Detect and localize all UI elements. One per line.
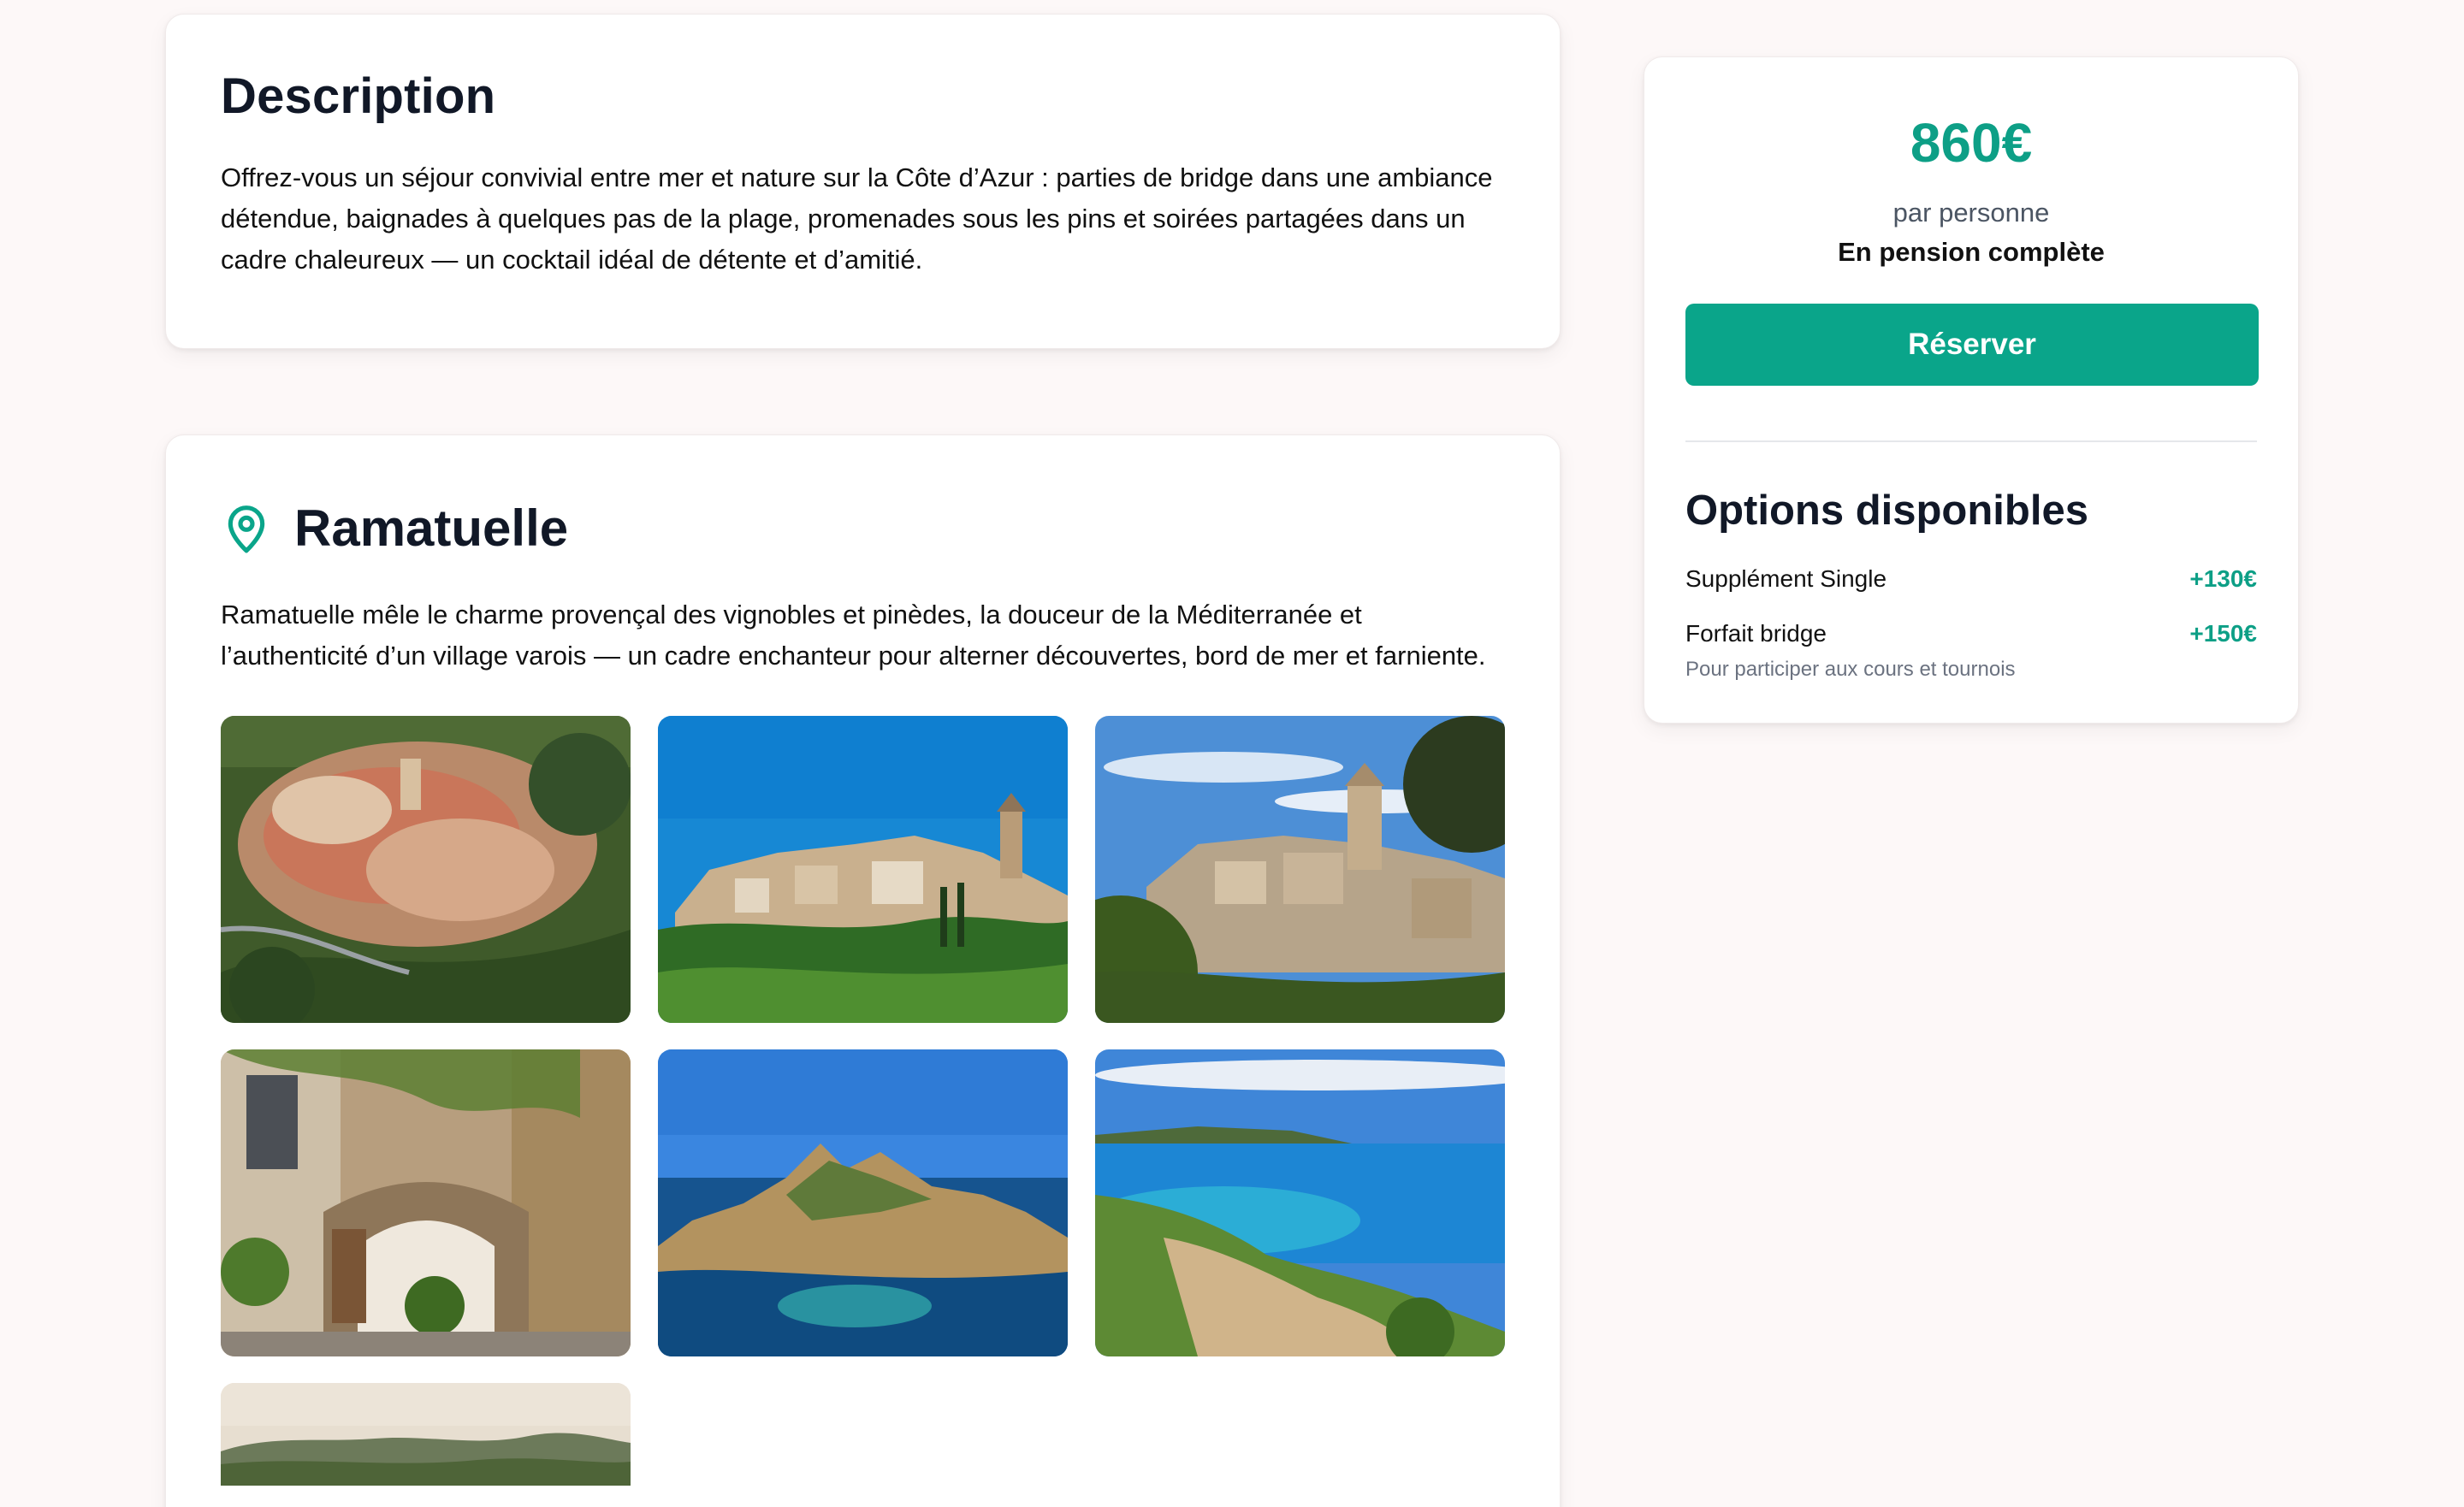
- option-price: +150€: [2189, 620, 2257, 647]
- page: Description Offrez-vous un séjour conviv…: [0, 0, 2464, 1507]
- destination-text: Ramatuelle mêle le charme provençal des …: [221, 600, 1486, 671]
- destination-title: Ramatuelle: [294, 499, 569, 557]
- options-title: Options disponibles: [1685, 488, 2088, 534]
- stone-archway-photo[interactable]: [221, 1049, 631, 1356]
- price: 860€: [1910, 112, 2033, 174]
- board-type: En pension complète: [1838, 237, 2105, 267]
- booking-card: 860€ par personne En pension complète Ré…: [1644, 56, 2299, 724]
- divider: [1685, 440, 2257, 442]
- description-title: Description: [221, 68, 496, 124]
- photo-gallery: [221, 716, 1505, 1486]
- description-text: Offrez-vous un séjour convivial entre me…: [221, 163, 1493, 275]
- turquoise-bay-photo[interactable]: [1095, 1049, 1505, 1356]
- price-unit: par personne: [1892, 198, 2050, 228]
- destination-card: Ramatuelle Ramatuelle mêle le charme pro…: [165, 434, 1561, 1507]
- option-bridge-package: Forfait bridge +150€: [1685, 617, 2257, 651]
- hills-landscape-photo[interactable]: [221, 1383, 631, 1486]
- option-label: Forfait bridge: [1685, 620, 1827, 647]
- rocky-islet-photo[interactable]: [658, 1049, 1068, 1356]
- map-pin-icon: [221, 500, 272, 555]
- reserve-button[interactable]: Réserver: [1685, 304, 2259, 386]
- village-church-photo[interactable]: [1095, 716, 1505, 1023]
- description-card: Description Offrez-vous un séjour conviv…: [165, 14, 1561, 349]
- option-label: Supplément Single: [1685, 565, 1887, 592]
- destination-header: Ramatuelle: [221, 487, 1505, 569]
- hilltop-village-photo[interactable]: [658, 716, 1068, 1023]
- option-single-supplement: Supplément Single +130€: [1685, 562, 2257, 596]
- option-note: Pour participer aux cours et tournois: [1685, 658, 2016, 681]
- aerial-village-photo[interactable]: [221, 716, 631, 1023]
- option-price: +130€: [2189, 565, 2257, 592]
